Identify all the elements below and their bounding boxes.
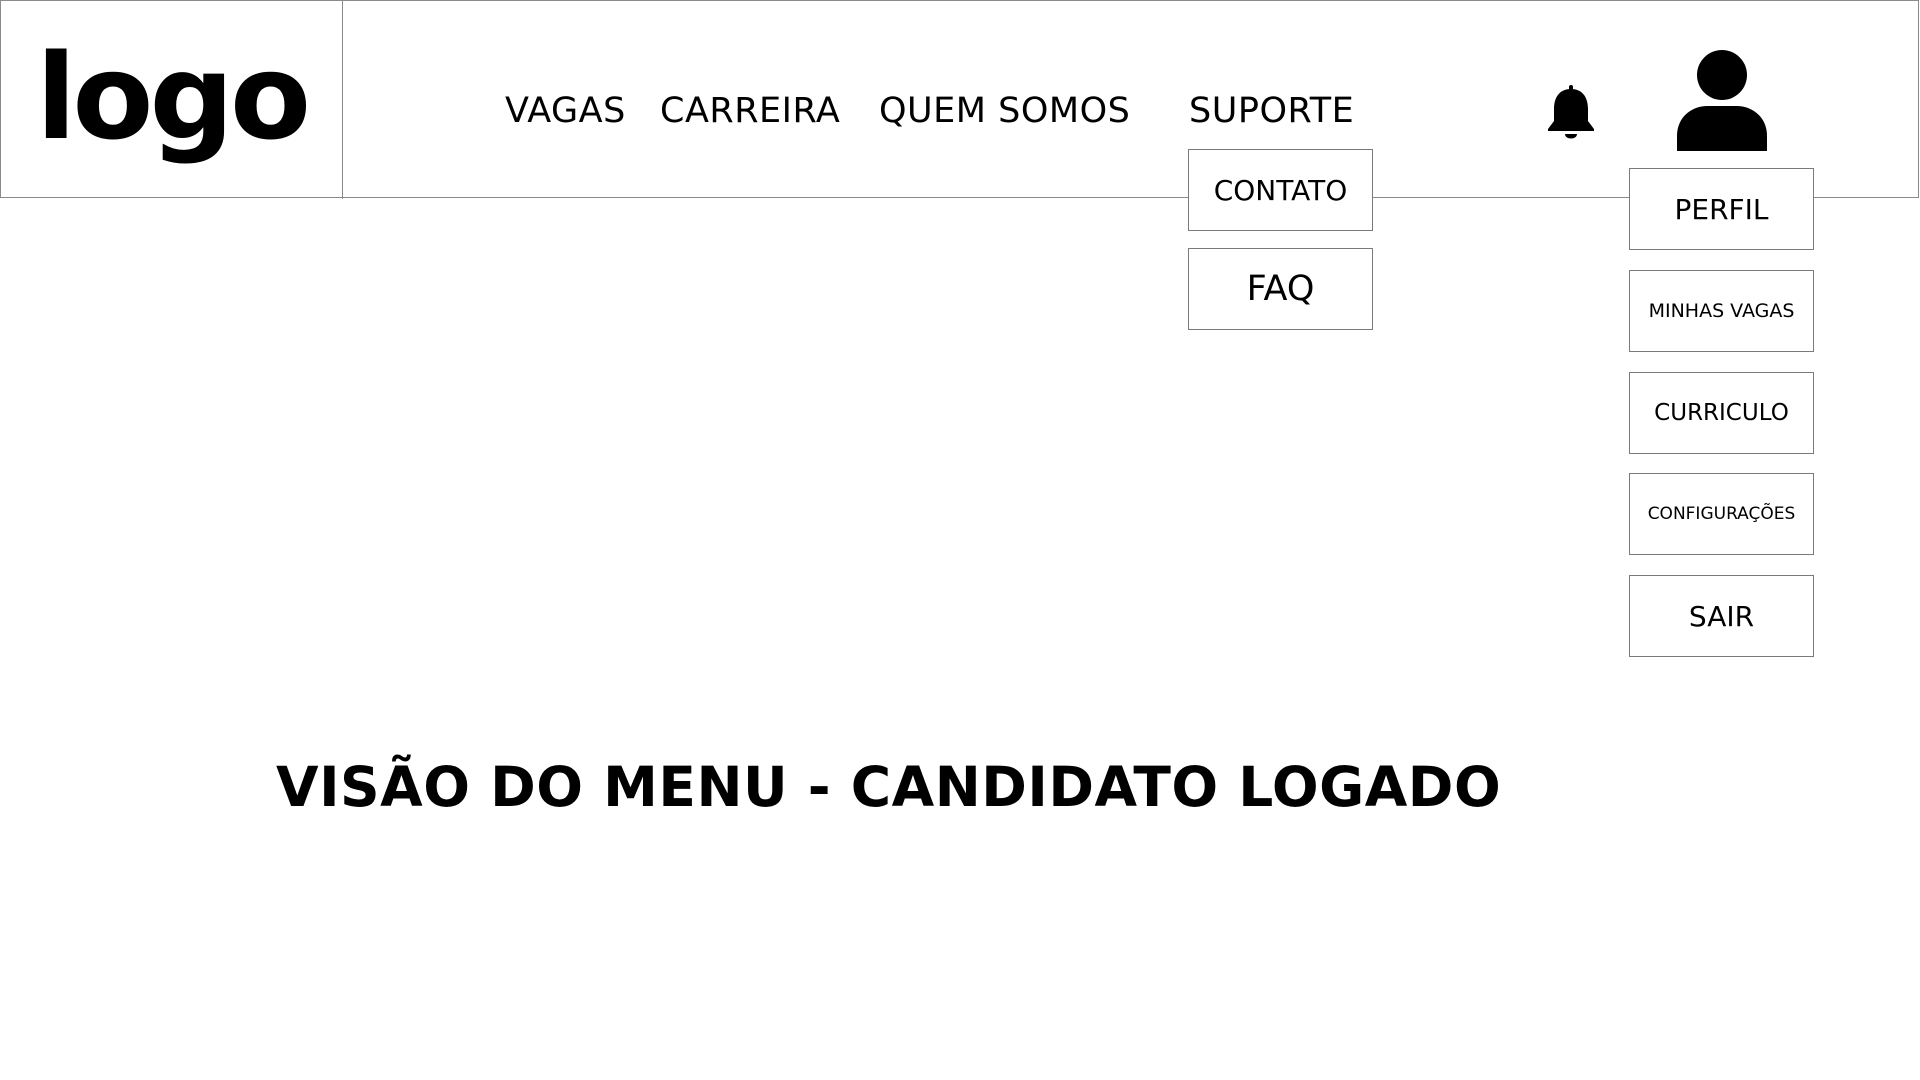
bell-icon[interactable]: [1546, 85, 1596, 141]
nav-item-quem-somos[interactable]: QUEM SOMOS: [879, 87, 1130, 135]
user-menu-item-sair[interactable]: SAIR: [1629, 575, 1814, 657]
user-menu-item-label: PERFIL: [1674, 192, 1769, 226]
logo[interactable]: logo: [36, 38, 311, 156]
user-menu-item-curriculo[interactable]: CURRICULO: [1629, 372, 1814, 454]
nav-item-suporte[interactable]: SUPORTE: [1189, 87, 1354, 135]
user-menu-item-label: CURRICULO: [1654, 400, 1789, 426]
wireframe-caption: VISÃO DO MENU - CANDIDATO LOGADO: [276, 755, 1502, 819]
user-menu-item-label: CONFIGURAÇÕES: [1647, 504, 1796, 524]
user-menu-item-minhas-vagas[interactable]: MINHAS VAGAS: [1629, 270, 1814, 352]
dropdown-item-contato[interactable]: CONTATO: [1188, 149, 1373, 231]
dropdown-item-label: FAQ: [1246, 269, 1315, 309]
user-menu-item-label: MINHAS VAGAS: [1648, 300, 1795, 322]
user-menu-item-perfil[interactable]: PERFIL: [1629, 168, 1814, 250]
wireframe-page: logo VAGAS CARREIRA QUEM SOMOS SUPORTE C…: [0, 0, 1920, 1080]
dropdown-item-label: CONTATO: [1213, 173, 1348, 207]
user-menu-item-configuracoes[interactable]: CONFIGURAÇÕES: [1629, 473, 1814, 555]
logo-area[interactable]: logo: [1, 1, 343, 199]
nav-item-carreira[interactable]: CARREIRA: [660, 87, 840, 135]
dropdown-item-faq[interactable]: FAQ: [1188, 248, 1373, 330]
nav-item-vagas[interactable]: VAGAS: [505, 87, 626, 135]
user-avatar-icon[interactable]: [1677, 50, 1767, 151]
user-menu-item-label: SAIR: [1688, 599, 1755, 633]
